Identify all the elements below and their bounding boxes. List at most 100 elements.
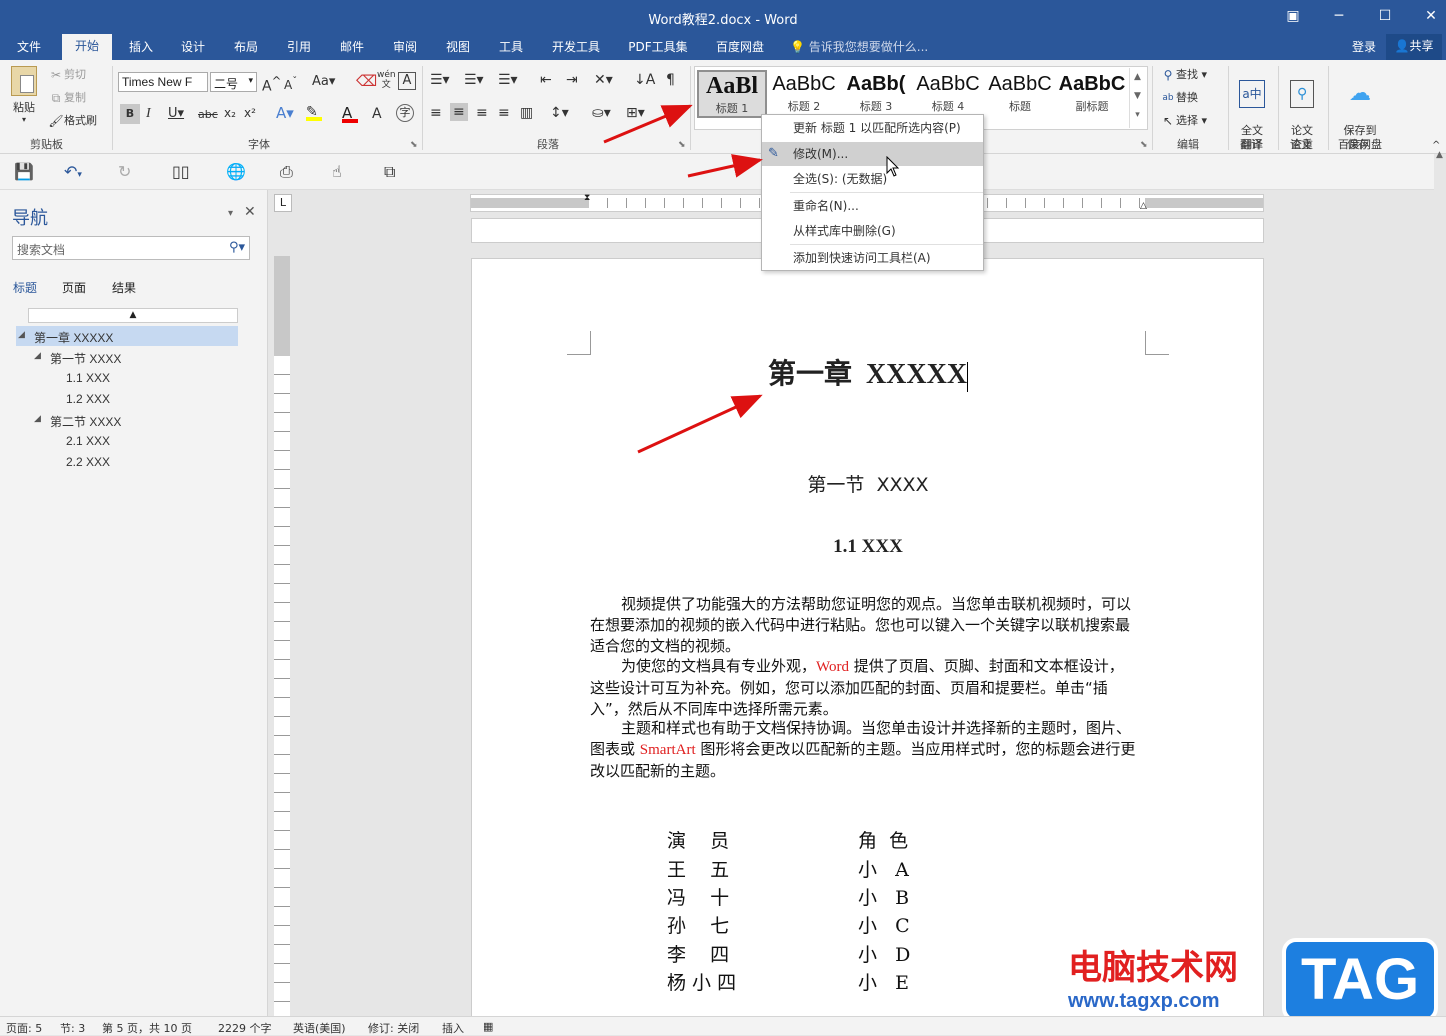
replace-button[interactable]: ab 替换: [1160, 89, 1198, 106]
tab-file[interactable]: 文件: [16, 38, 42, 60]
nav-heading-item[interactable]: 1.1 XXX: [66, 371, 110, 385]
font-size-combo[interactable]: 二号 ▾: [210, 72, 257, 92]
align-left-icon[interactable]: ≡: [430, 105, 442, 121]
underline-button[interactable]: U▾: [168, 106, 184, 121]
nav-heading-item[interactable]: 2.1 XXX: [66, 434, 110, 448]
decrease-indent-icon[interactable]: ⇤: [540, 72, 552, 88]
status-word-count[interactable]: 2229 个字: [218, 1020, 272, 1036]
select-button[interactable]: ↖ 选择 ▾: [1160, 112, 1207, 129]
change-case-button[interactable]: Aa▾: [312, 74, 335, 89]
tab-layout[interactable]: 布局: [233, 38, 259, 60]
macro-icon[interactable]: ▦: [483, 1020, 493, 1033]
menu-item-update-style[interactable]: 更新 标题 1 以匹配所选内容(P): [762, 116, 983, 140]
indent-marker-icon[interactable]: ⧗: [584, 193, 590, 203]
styles-dialog-launcher-icon[interactable]: ⬊: [1140, 140, 1148, 150]
shading-bucket-icon[interactable]: ⛀▾: [592, 105, 611, 121]
nav-tab-pages[interactable]: 页面: [62, 279, 86, 296]
multilevel-list-icon[interactable]: ☰▾: [498, 72, 518, 88]
clear-formatting-icon[interactable]: ⌫: [356, 72, 377, 90]
tab-insert[interactable]: 插入: [128, 38, 154, 60]
print-preview-icon[interactable]: ⎙: [280, 162, 293, 182]
distributed-icon[interactable]: ▥: [520, 105, 533, 121]
menu-item-modify[interactable]: ✎ 修改(M)...: [762, 142, 983, 166]
collapse-all-bar[interactable]: ▲: [28, 308, 238, 323]
status-page-count[interactable]: 第 5 页，共 10 页: [102, 1020, 192, 1036]
bullets-icon[interactable]: ☰▾: [430, 72, 450, 88]
borders-icon[interactable]: ⊞▾: [626, 105, 645, 121]
styles-scroll[interactable]: ▲ ▼ ▾: [1129, 68, 1145, 128]
strikethrough-button[interactable]: abc: [198, 108, 218, 121]
style-heading-2[interactable]: AaBbC 标题 2: [769, 70, 839, 118]
nav-heading-item[interactable]: 1.2 XXX: [66, 392, 110, 406]
tab-references[interactable]: 引用: [286, 38, 312, 60]
collapse-triangle-icon[interactable]: ◢: [34, 350, 41, 361]
tab-review[interactable]: 审阅: [392, 38, 418, 60]
vertical-scrollbar[interactable]: ▲: [1434, 150, 1446, 1016]
justify-icon[interactable]: ≡: [498, 105, 510, 121]
status-track-changes[interactable]: 修订: 关闭: [368, 1020, 419, 1036]
redo-icon[interactable]: ↻: [118, 162, 131, 181]
menu-item-remove-from-gallery[interactable]: 从样式库中删除(G): [762, 219, 983, 243]
grow-font-button[interactable]: A^: [262, 74, 281, 95]
paragraph-dialog-launcher-icon[interactable]: ⬊: [678, 140, 686, 150]
show-marks-icon[interactable]: ¶: [666, 72, 675, 88]
paragraph-2[interactable]: 为使您的文档具有专业外观，Word 提供了页眉、页脚、封面和文本框设计，这些设计…: [590, 656, 1136, 719]
heading-1[interactable]: 第一章 XXXXX: [470, 352, 1266, 392]
style-heading-1[interactable]: AaBl 标题 1: [697, 70, 767, 118]
numbering-icon[interactable]: ☰▾: [464, 72, 484, 88]
collapse-triangle-icon[interactable]: ◢: [34, 413, 41, 424]
line-spacing-icon[interactable]: ↕▾: [550, 105, 569, 121]
font-dialog-launcher-icon[interactable]: ⬊: [410, 140, 418, 150]
tab-developer[interactable]: 开发工具: [550, 38, 602, 60]
ribbon-display-options-icon[interactable]: ▣: [1282, 6, 1304, 26]
format-painter-button[interactable]: 🖌格式刷: [48, 112, 97, 129]
customize-icon[interactable]: ⧉: [384, 162, 395, 182]
status-section[interactable]: 节: 3: [60, 1020, 85, 1036]
tab-view[interactable]: 视图: [445, 38, 471, 60]
save-icon[interactable]: 💾: [14, 162, 34, 181]
collapse-triangle-icon[interactable]: ◢: [18, 329, 25, 340]
maximize-icon[interactable]: ☐: [1374, 6, 1396, 26]
nav-search-input[interactable]: 搜索文档 ⚲▾: [12, 236, 250, 260]
menu-item-add-to-qat[interactable]: 添加到快速访问工具栏(A): [762, 246, 983, 270]
copy-button[interactable]: ⧉ 复制: [48, 89, 86, 106]
nav-heading-item[interactable]: 第一节 XXXX: [50, 350, 121, 367]
sort-icon[interactable]: ↓A: [634, 72, 655, 88]
minimize-icon[interactable]: ─: [1328, 6, 1350, 26]
status-language[interactable]: 英语(美国): [293, 1020, 346, 1036]
nav-heading-item[interactable]: 第二节 XXXX: [50, 413, 121, 430]
font-color-icon[interactable]: A: [342, 104, 358, 123]
enclosed-char-icon[interactable]: 字: [396, 104, 414, 122]
tab-pdf-tools[interactable]: PDF工具集: [627, 38, 689, 60]
menu-item-rename[interactable]: 重命名(N)...: [762, 194, 983, 218]
character-border-button[interactable]: A: [398, 72, 416, 90]
close-icon[interactable]: ✕: [1420, 6, 1442, 26]
close-icon[interactable]: ✕: [244, 204, 256, 220]
tab-selector[interactable]: L: [274, 194, 292, 212]
italic-button[interactable]: I: [146, 106, 151, 122]
text-effects-icon[interactable]: A▾: [276, 104, 294, 122]
menu-item-select-all[interactable]: 全选(S): (无数据): [762, 167, 983, 191]
undo-icon[interactable]: ↶▾: [64, 162, 82, 181]
scroll-up-icon[interactable]: ▲: [1436, 150, 1443, 160]
style-heading-4[interactable]: AaBbC 标题 4: [913, 70, 983, 118]
find-button[interactable]: ⚲ 查找 ▾: [1160, 66, 1207, 83]
subscript-button[interactable]: x₂: [224, 106, 236, 120]
heading-3[interactable]: 1.1 XXX: [470, 536, 1266, 558]
nav-options-icon[interactable]: ▾: [228, 208, 233, 219]
increase-indent-icon[interactable]: ⇥: [566, 72, 578, 88]
globe-icon[interactable]: 🌐: [226, 162, 246, 181]
chinese-layout-icon[interactable]: ✕▾: [594, 72, 613, 88]
font-family-combo[interactable]: Times New F: [118, 72, 208, 92]
search-icon[interactable]: ⚲▾: [229, 240, 245, 255]
tab-tools[interactable]: 工具: [498, 38, 524, 60]
two-pages-icon[interactable]: ▯▯: [172, 162, 190, 181]
superscript-button[interactable]: x²: [244, 106, 256, 120]
nav-heading-item[interactable]: 2.2 XXX: [66, 455, 110, 469]
nav-heading-item[interactable]: 第一章 XXXXX: [34, 329, 113, 346]
align-center-icon[interactable]: ≡: [450, 103, 468, 121]
shading-icon[interactable]: A: [372, 106, 382, 122]
highlight-icon[interactable]: ✎: [306, 104, 322, 121]
heading-2[interactable]: 第一节 XXXX: [470, 470, 1266, 497]
tab-design[interactable]: 设计: [180, 38, 206, 60]
